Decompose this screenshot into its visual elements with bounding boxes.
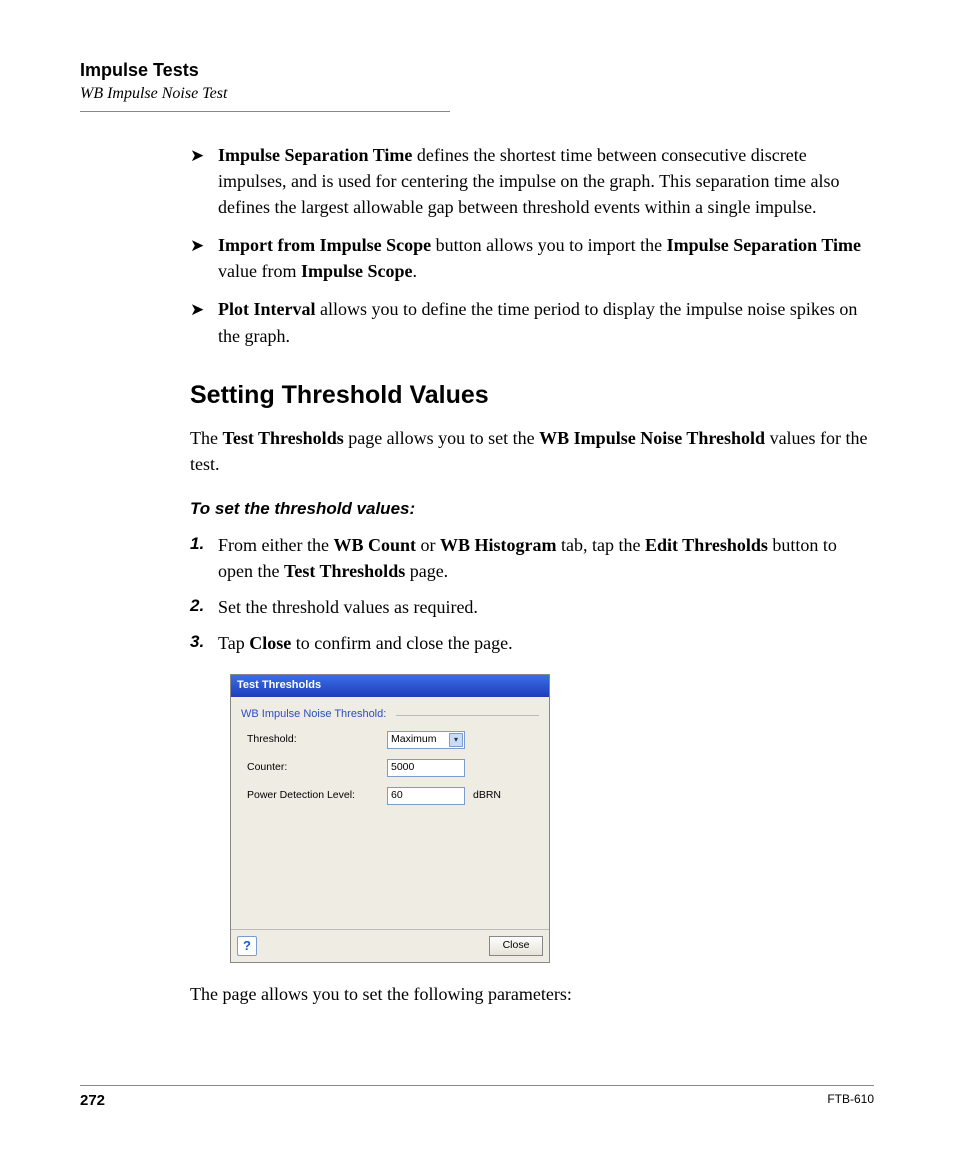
counter-value: 5000	[391, 760, 414, 775]
page-content: ➤ Impulse Separation Time defines the sh…	[190, 142, 874, 1007]
step-item: 1. From either the WB Count or WB Histog…	[190, 532, 874, 584]
bullet-item: ➤ Plot Interval allows you to define the…	[190, 296, 874, 348]
close-button[interactable]: Close	[489, 936, 543, 956]
closing-paragraph: The page allows you to set the following…	[190, 981, 874, 1007]
step-text: From either the WB Count or WB Histogram…	[218, 532, 874, 584]
step-item: 2. Set the threshold values as required.	[190, 594, 874, 620]
footer-rule	[80, 1085, 874, 1086]
chevron-down-icon[interactable]: ▾	[449, 733, 463, 747]
step-text: Tap Close to confirm and close the page.	[218, 630, 874, 656]
pdl-input[interactable]: 60	[387, 787, 465, 805]
pdl-value: 60	[391, 788, 403, 803]
header-section-title: WB Impulse Noise Test	[80, 85, 874, 103]
header-chapter-title: Impulse Tests	[80, 60, 874, 81]
test-thresholds-dialog: Test Thresholds WB Impulse Noise Thresho…	[230, 674, 550, 963]
bullet-arrow-icon: ➤	[190, 296, 218, 348]
threshold-row: Threshold: Maximum ▾	[247, 731, 539, 749]
bullet-arrow-icon: ➤	[190, 232, 218, 284]
page-footer: 272 FTB-610	[80, 1085, 874, 1109]
bullet-text: Impulse Separation Time defines the shor…	[218, 142, 874, 220]
page-number: 272	[80, 1092, 105, 1109]
counter-row: Counter: 5000	[247, 759, 539, 777]
instruction-heading: To set the threshold values:	[190, 497, 874, 522]
bullet-item: ➤ Impulse Separation Time defines the sh…	[190, 142, 874, 220]
dialog-body: WB Impulse Noise Threshold: Threshold: M…	[231, 697, 549, 929]
bullet-arrow-icon: ➤	[190, 142, 218, 220]
help-icon[interactable]: ?	[237, 936, 257, 956]
header-rule	[80, 111, 450, 112]
pdl-unit: dBRN	[473, 788, 501, 803]
threshold-value: Maximum	[391, 732, 437, 747]
dialog-titlebar: Test Thresholds	[231, 675, 549, 697]
dialog-group-label: WB Impulse Noise Threshold:	[241, 707, 539, 723]
counter-input[interactable]: 5000	[387, 759, 465, 777]
threshold-dropdown[interactable]: Maximum ▾	[387, 731, 465, 749]
bullet-text: Plot Interval allows you to define the t…	[218, 296, 874, 348]
dialog-spacer	[241, 815, 539, 925]
pdl-row: Power Detection Level: 60 dBRN	[247, 787, 539, 805]
step-text: Set the threshold values as required.	[218, 594, 874, 620]
dialog-footer: ? Close	[231, 929, 549, 962]
counter-label: Counter:	[247, 760, 387, 775]
step-number: 2.	[190, 594, 218, 620]
step-number: 1.	[190, 532, 218, 584]
threshold-label: Threshold:	[247, 732, 387, 747]
step-item: 3. Tap Close to confirm and close the pa…	[190, 630, 874, 656]
bullet-text: Import from Impulse Scope button allows …	[218, 232, 874, 284]
bullet-item: ➤ Import from Impulse Scope button allow…	[190, 232, 874, 284]
pdl-label: Power Detection Level:	[247, 788, 387, 803]
intro-paragraph: The Test Thresholds page allows you to s…	[190, 425, 874, 477]
document-id: FTB-610	[827, 1092, 874, 1109]
step-number: 3.	[190, 630, 218, 656]
section-heading: Setting Threshold Values	[190, 377, 874, 413]
